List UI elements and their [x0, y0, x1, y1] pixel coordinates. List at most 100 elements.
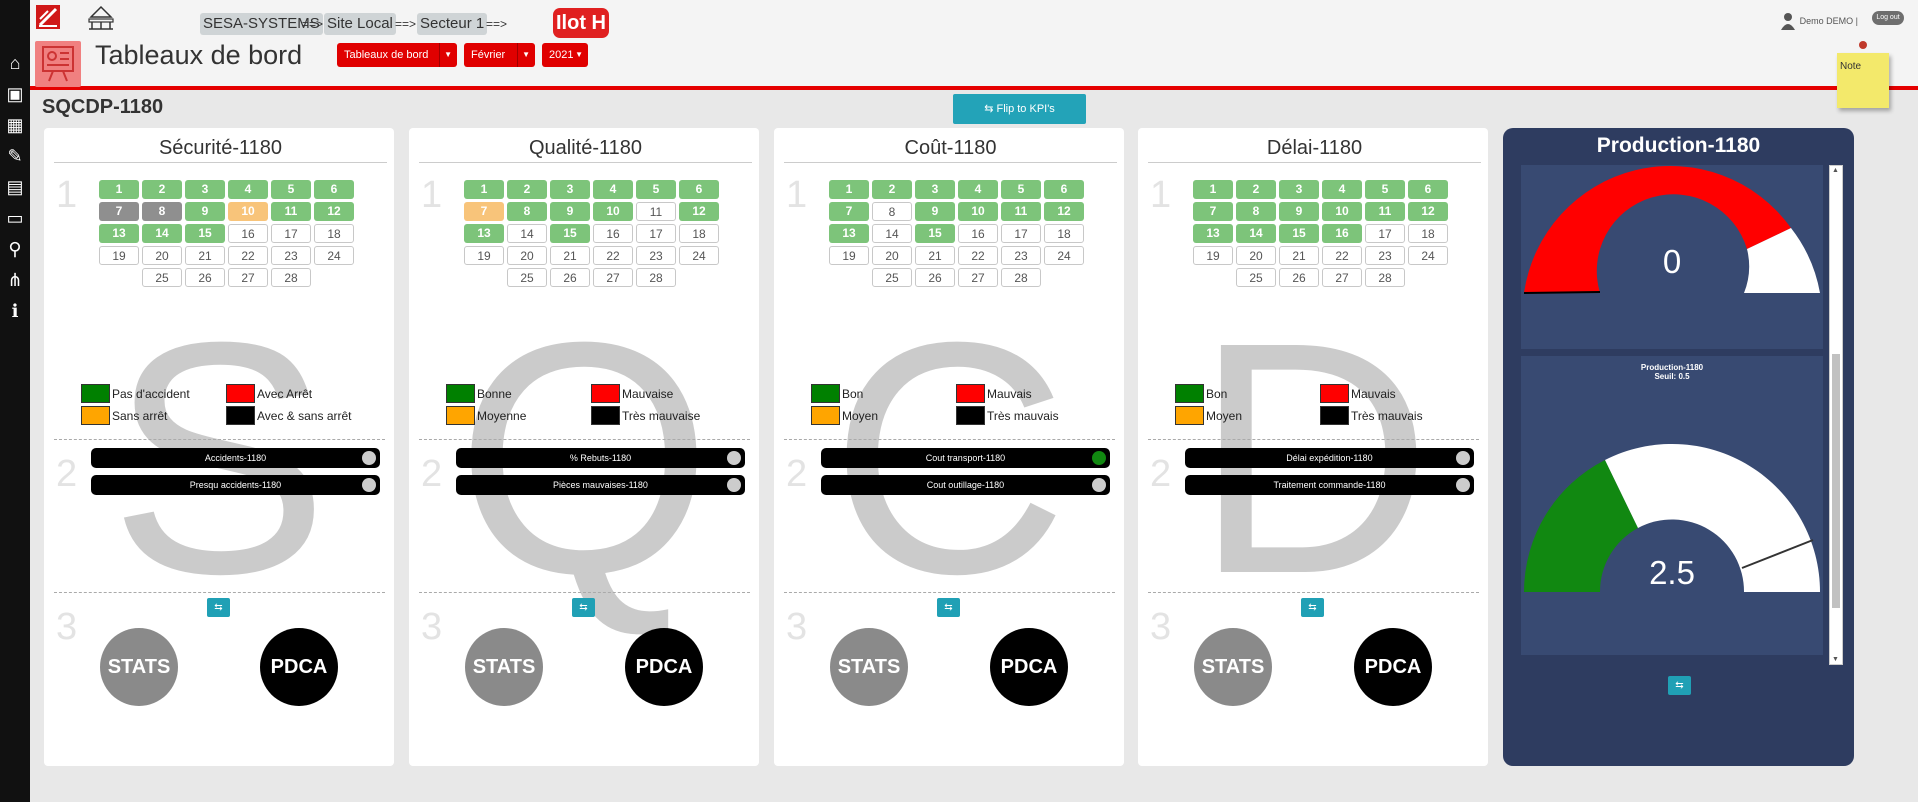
day-cell[interactable]: 6 [1408, 180, 1448, 199]
app-logo-icon[interactable] [35, 4, 61, 30]
stats-button[interactable]: STATS [1194, 628, 1272, 706]
day-cell[interactable]: 24 [1044, 246, 1084, 265]
day-cell[interactable]: 3 [185, 180, 225, 199]
day-cell[interactable]: 18 [1408, 224, 1448, 243]
kpi-item[interactable]: % Rebuts-1180 [456, 448, 745, 468]
day-cell[interactable]: 16 [958, 224, 998, 243]
monitor-icon[interactable]: ▭ [3, 206, 27, 230]
day-cell[interactable]: 8 [872, 202, 912, 221]
stats-button[interactable]: STATS [830, 628, 908, 706]
day-cell[interactable]: 3 [550, 180, 590, 199]
day-cell[interactable]: 7 [99, 202, 139, 221]
day-cell[interactable]: 15 [915, 224, 955, 243]
day-cell[interactable]: 16 [228, 224, 268, 243]
day-cell[interactable]: 28 [271, 268, 311, 287]
day-cell[interactable]: 19 [464, 246, 504, 265]
day-cell[interactable]: 20 [142, 246, 182, 265]
day-cell[interactable]: 13 [1193, 224, 1233, 243]
card-refresh-button[interactable]: ⇆ [937, 598, 960, 617]
day-cell[interactable]: 17 [636, 224, 676, 243]
day-cell[interactable]: 6 [314, 180, 354, 199]
day-cell[interactable]: 23 [1001, 246, 1041, 265]
day-cell[interactable]: 12 [1044, 202, 1084, 221]
clipboard-icon[interactable]: ✎ [3, 144, 27, 168]
pdca-button[interactable]: PDCA [990, 628, 1068, 706]
day-cell[interactable]: 28 [1365, 268, 1405, 287]
day-cell[interactable]: 27 [1322, 268, 1362, 287]
day-cell[interactable]: 4 [1322, 180, 1362, 199]
day-cell[interactable]: 11 [271, 202, 311, 221]
day-cell[interactable]: 14 [142, 224, 182, 243]
kpi-item[interactable]: Délai expédition-1180 [1185, 448, 1474, 468]
day-cell[interactable]: 17 [1001, 224, 1041, 243]
day-cell[interactable]: 1 [829, 180, 869, 199]
day-cell[interactable]: 20 [507, 246, 547, 265]
day-cell[interactable]: 3 [1279, 180, 1319, 199]
day-cell[interactable]: 24 [1408, 246, 1448, 265]
month-select[interactable]: Février ▼ [464, 43, 535, 67]
day-cell[interactable]: 22 [1322, 246, 1362, 265]
production-scrollbar[interactable]: ▲ ▼ [1829, 165, 1843, 665]
day-cell[interactable]: 16 [593, 224, 633, 243]
walker-icon[interactable]: ⚲ [3, 237, 27, 261]
day-cell[interactable]: 23 [1365, 246, 1405, 265]
day-cell[interactable]: 17 [271, 224, 311, 243]
day-cell[interactable]: 18 [314, 224, 354, 243]
day-cell[interactable]: 2 [507, 180, 547, 199]
day-cell[interactable]: 10 [958, 202, 998, 221]
building-icon[interactable]: ▦ [3, 113, 27, 137]
day-cell[interactable]: 2 [142, 180, 182, 199]
breadcrumb-sector[interactable]: Secteur 1 [417, 13, 488, 35]
day-cell[interactable]: 9 [1279, 202, 1319, 221]
year-select[interactable]: 2021 ▼ [542, 43, 588, 67]
production-refresh-button[interactable]: ⇆ [1668, 676, 1691, 695]
day-cell[interactable]: 8 [507, 202, 547, 221]
day-cell[interactable]: 25 [142, 268, 182, 287]
day-cell[interactable]: 4 [593, 180, 633, 199]
dashboard-select[interactable]: Tableaux de bord ▼ [337, 43, 457, 67]
day-cell[interactable]: 21 [185, 246, 225, 265]
day-cell[interactable]: 22 [228, 246, 268, 265]
day-cell[interactable]: 9 [185, 202, 225, 221]
kpi-item[interactable]: Accidents-1180 [91, 448, 380, 468]
day-cell[interactable]: 18 [1044, 224, 1084, 243]
scroll-down-arrow[interactable]: ▼ [1832, 656, 1839, 663]
day-cell[interactable]: 22 [593, 246, 633, 265]
day-cell[interactable]: 5 [1365, 180, 1405, 199]
day-cell[interactable]: 6 [1044, 180, 1084, 199]
day-cell[interactable]: 19 [1193, 246, 1233, 265]
hierarchy-icon[interactable]: ⋔ [3, 268, 27, 292]
card-refresh-button[interactable]: ⇆ [1301, 598, 1324, 617]
day-cell[interactable]: 19 [829, 246, 869, 265]
day-cell[interactable]: 11 [1001, 202, 1041, 221]
scroll-thumb[interactable] [1832, 354, 1840, 608]
stats-button[interactable]: STATS [465, 628, 543, 706]
day-cell[interactable]: 26 [550, 268, 590, 287]
day-cell[interactable]: 16 [1322, 224, 1362, 243]
day-cell[interactable]: 20 [1236, 246, 1276, 265]
day-cell[interactable]: 21 [1279, 246, 1319, 265]
logout-button[interactable]: Log out [1872, 11, 1904, 25]
day-cell[interactable]: 12 [314, 202, 354, 221]
day-cell[interactable]: 21 [550, 246, 590, 265]
day-cell[interactable]: 8 [142, 202, 182, 221]
info-icon[interactable]: ℹ [3, 299, 27, 323]
day-cell[interactable]: 17 [1365, 224, 1405, 243]
scroll-up-arrow[interactable]: ▲ [1832, 167, 1839, 174]
day-cell[interactable]: 5 [271, 180, 311, 199]
day-cell[interactable]: 19 [99, 246, 139, 265]
day-cell[interactable]: 20 [872, 246, 912, 265]
presentation-icon[interactable]: ▣ [3, 82, 27, 106]
pdca-button[interactable]: PDCA [260, 628, 338, 706]
day-cell[interactable]: 7 [464, 202, 504, 221]
day-cell[interactable]: 25 [872, 268, 912, 287]
sticky-note[interactable]: Note [1837, 53, 1889, 108]
day-cell[interactable]: 9 [915, 202, 955, 221]
day-cell[interactable]: 23 [636, 246, 676, 265]
day-cell[interactable]: 11 [636, 202, 676, 221]
day-cell[interactable]: 10 [1322, 202, 1362, 221]
day-cell[interactable]: 21 [915, 246, 955, 265]
pdca-button[interactable]: PDCA [625, 628, 703, 706]
day-cell[interactable]: 12 [1408, 202, 1448, 221]
day-cell[interactable]: 26 [185, 268, 225, 287]
